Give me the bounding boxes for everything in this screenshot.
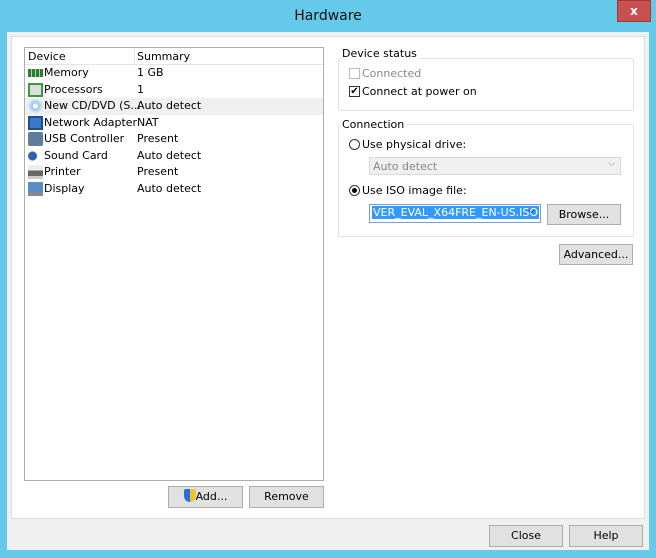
connection-label: Connection	[340, 118, 407, 131]
device-summary: Auto detect	[137, 148, 202, 162]
device-name: Printer	[44, 165, 81, 178]
physical-drive-label: Use physical drive:	[362, 138, 467, 151]
device-summary: 1 GB	[137, 66, 164, 79]
device-row[interactable]: USB Controller Present	[25, 131, 323, 148]
iso-image-radio[interactable]	[349, 185, 360, 196]
connect-power-on-checkbox[interactable]: ✔	[349, 86, 360, 97]
device-name: Memory	[44, 66, 89, 79]
device-summary: Present	[137, 132, 179, 145]
shield-icon	[183, 489, 196, 502]
browse-button[interactable]: Browse...	[547, 204, 621, 225]
device-summary: Auto detect	[137, 181, 202, 195]
header-summary[interactable]: Summary	[137, 50, 190, 63]
advanced-button[interactable]: Advanced...	[559, 244, 633, 265]
device-row[interactable]: Memory 1 GB	[25, 65, 323, 82]
remove-button[interactable]: Remove	[249, 486, 324, 508]
physical-drive-radio[interactable]	[349, 139, 360, 150]
device-summary: Present	[137, 165, 179, 178]
network-adapter-icon	[28, 115, 43, 130]
physical-drive-select[interactable]: Auto detect ⌵	[369, 157, 621, 175]
device-name: Processors	[44, 82, 103, 96]
connected-label: Connected	[362, 67, 422, 80]
device-name: Sound Card	[44, 148, 108, 162]
connect-power-on-label: Connect at power on	[362, 85, 477, 98]
device-name: Network Adapter	[44, 115, 138, 129]
device-row[interactable]: New CD/DVD (S... Auto detect	[25, 98, 323, 115]
processor-icon	[28, 82, 43, 97]
device-row[interactable]: Sound Card Auto detect	[25, 148, 323, 165]
device-summary: Auto detect	[137, 99, 202, 112]
window-title: Hardware	[294, 8, 362, 24]
add-button[interactable]: Add...	[168, 486, 243, 508]
close-button[interactable]: Close	[489, 525, 563, 547]
chevron-down-icon: ⌵	[528, 206, 535, 216]
list-header: Device Summary	[25, 48, 323, 65]
printer-icon	[28, 165, 43, 179]
cd-dvd-icon	[28, 99, 43, 113]
iso-image-label: Use ISO image file:	[362, 184, 467, 197]
device-row[interactable]: Display Auto detect	[25, 181, 323, 198]
iso-path-combobox[interactable]: VER_EVAL_X64FRE_EN-US.ISO ⌵	[369, 204, 541, 223]
device-name: Display	[44, 181, 85, 195]
device-summary: NAT	[137, 115, 159, 129]
device-row[interactable]: Printer Present	[25, 164, 323, 181]
connected-checkbox[interactable]	[349, 68, 360, 79]
sound-icon	[28, 148, 43, 163]
device-name: New CD/DVD (S...	[44, 99, 141, 112]
device-row[interactable]: Network Adapter NAT	[25, 115, 323, 132]
device-name: USB Controller	[44, 132, 125, 145]
device-summary: 1	[137, 82, 144, 96]
device-row[interactable]: Processors 1	[25, 82, 323, 99]
device-list[interactable]: Device Summary Memory 1 GB Processors 1 New …	[24, 47, 324, 481]
chevron-down-icon: ⌵	[608, 159, 615, 169]
usb-icon	[28, 132, 43, 146]
window-close-button[interactable]: x	[617, 0, 651, 22]
help-button[interactable]: Help	[569, 525, 643, 547]
device-status-label: Device status	[340, 47, 419, 60]
header-device[interactable]: Device	[28, 50, 66, 63]
display-icon	[28, 181, 43, 196]
memory-icon	[28, 69, 43, 77]
